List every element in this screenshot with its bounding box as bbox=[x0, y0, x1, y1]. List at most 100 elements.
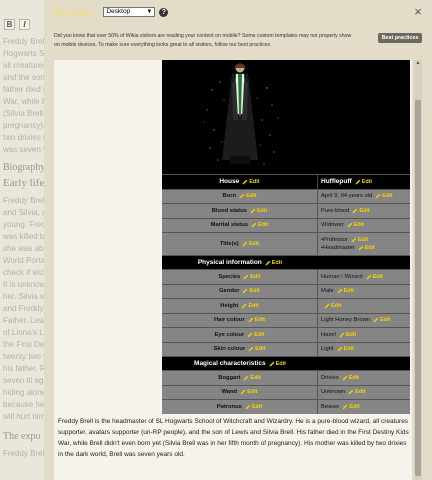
edit-link[interactable]: Edit bbox=[355, 179, 372, 185]
row-key: Blood status bbox=[211, 207, 247, 214]
edit-link[interactable]: Edit bbox=[247, 332, 265, 338]
edit-link[interactable]: Edit bbox=[269, 361, 286, 367]
character-infobox: House Edit Hufflepuff Edit Born Edit April… bbox=[162, 60, 410, 414]
pencil-icon bbox=[337, 346, 343, 352]
row-value: Unknown bbox=[321, 389, 346, 396]
close-icon[interactable]: × bbox=[412, 5, 424, 18]
edit-link[interactable]: Edit bbox=[352, 208, 370, 214]
edit-link[interactable]: Edit bbox=[245, 404, 262, 410]
row-value: Light Honey Brown bbox=[321, 317, 370, 324]
bold-button[interactable]: B bbox=[4, 18, 15, 30]
edit-link[interactable]: Edit bbox=[241, 303, 259, 309]
edit-link[interactable]: Edit bbox=[265, 260, 282, 266]
edit-label: Edit bbox=[343, 288, 354, 295]
edit-link[interactable]: Edit bbox=[240, 389, 257, 395]
best-practices-button[interactable]: Best practices bbox=[378, 33, 422, 43]
pencil-icon bbox=[366, 274, 372, 280]
scrollbar-thumb[interactable] bbox=[415, 100, 421, 476]
edit-link[interactable]: Edit bbox=[337, 288, 354, 294]
edit-link[interactable]: Edit bbox=[243, 375, 261, 381]
infobox-physical-rows: Species Edit Human \ Wizard Edit Gender Edit M… bbox=[162, 269, 410, 356]
house-label-cell: House Edit bbox=[162, 175, 318, 189]
infobox-row: Marital status Edit Widower Edit bbox=[162, 217, 410, 232]
modal-header: Preview Desktop ▼ ? × bbox=[44, 0, 432, 24]
row-key-cell: Boggart Edit bbox=[162, 371, 318, 385]
pencil-icon bbox=[250, 208, 256, 214]
pencil-icon bbox=[375, 193, 381, 199]
edit-link[interactable]: Edit bbox=[339, 332, 356, 338]
edit-link[interactable]: Edit bbox=[242, 178, 260, 185]
row-key-cell: Eye colour Edit bbox=[162, 328, 318, 342]
edit-link[interactable]: Edit bbox=[250, 208, 267, 214]
edit-link[interactable]: Edit bbox=[242, 288, 260, 294]
row-key: Skin colour bbox=[213, 346, 246, 353]
edit-link[interactable]: Edit bbox=[242, 241, 259, 247]
pencil-icon bbox=[242, 179, 248, 185]
row-value-cell: April 9, 94 years old Edit bbox=[318, 189, 410, 203]
row-key-cell: Height Edit bbox=[162, 299, 318, 313]
row-key: Born bbox=[222, 193, 237, 200]
edit-label: Edit bbox=[275, 360, 286, 367]
row-value-cell: •Professor Edit •Headmaster Edit bbox=[318, 233, 410, 255]
row-value: Human \ Wizard bbox=[321, 273, 363, 280]
row-key-cell: Patronus Edit bbox=[162, 400, 318, 414]
edit-link[interactable]: Edit bbox=[342, 404, 360, 410]
edit-link[interactable]: Edit bbox=[324, 303, 341, 309]
row-key: Hair colour bbox=[214, 317, 245, 324]
edit-label: Edit bbox=[249, 178, 260, 185]
edit-label: Edit bbox=[345, 331, 357, 338]
edit-link[interactable]: Edit bbox=[248, 346, 265, 352]
row-key-cell: Wand Edit bbox=[162, 385, 318, 399]
edit-link[interactable]: Edit bbox=[251, 222, 268, 228]
edit-label: Edit bbox=[248, 241, 260, 247]
row-value-cell: Unknown Edit bbox=[318, 385, 410, 399]
pencil-icon bbox=[265, 260, 271, 266]
pencil-icon bbox=[373, 317, 379, 323]
row-value-cell: Beaver Edit bbox=[318, 400, 410, 414]
help-icon[interactable]: ? bbox=[159, 7, 169, 17]
pencil-icon bbox=[241, 303, 247, 309]
row-value-cell: Human \ Wizard Edit bbox=[318, 270, 410, 284]
edit-link[interactable]: Edit bbox=[373, 317, 390, 323]
edit-link[interactable]: Edit bbox=[351, 237, 368, 243]
pencil-icon bbox=[347, 222, 353, 228]
infobox-row-titles: Title(s) Edit •Professor Edit •Headmaster… bbox=[162, 232, 410, 255]
edit-link[interactable]: Edit bbox=[347, 222, 364, 228]
infobox-row: Gender Edit Male Edit bbox=[162, 283, 410, 298]
modal-title: Preview bbox=[54, 4, 94, 19]
edit-link[interactable]: Edit bbox=[248, 317, 265, 323]
section-magical: Magical characteristics Edit bbox=[162, 356, 410, 370]
edit-link[interactable]: Edit bbox=[342, 375, 359, 381]
section-physical: Physical information Edit bbox=[162, 255, 410, 269]
italic-button[interactable]: I bbox=[19, 18, 30, 30]
view-mode-select[interactable]: Desktop ▼ bbox=[103, 7, 156, 17]
row-value-cell: Drixies Edit bbox=[318, 371, 410, 385]
edit-link[interactable]: Edit bbox=[375, 193, 393, 199]
character-image bbox=[162, 60, 318, 174]
row-value: Drixies bbox=[321, 374, 339, 381]
notice-text: Did you know that over 50% of Wikia visi… bbox=[54, 33, 352, 48]
edit-link[interactable]: Edit bbox=[358, 245, 375, 251]
infobox-row: Blood status Edit Pure-blood Edit bbox=[162, 203, 410, 218]
content-scrollbar[interactable]: ▲ bbox=[414, 60, 422, 480]
infobox-row: Wand Edit Unknown Edit bbox=[162, 384, 410, 399]
edit-link[interactable]: Edit bbox=[243, 274, 261, 280]
infobox-row: Skin colour Edit Light Edit bbox=[162, 341, 410, 356]
pencil-icon bbox=[248, 317, 254, 323]
row-value-cell: Light Honey Brown Edit bbox=[318, 313, 410, 327]
edit-label: Edit bbox=[271, 259, 283, 266]
section-title-cell: Magical characteristics Edit bbox=[162, 357, 318, 370]
edit-link[interactable]: Edit bbox=[348, 389, 366, 395]
row-key: Eye colour bbox=[214, 331, 245, 338]
pencil-icon bbox=[339, 332, 345, 338]
edit-link[interactable]: Edit bbox=[239, 193, 256, 199]
edit-link[interactable]: Edit bbox=[337, 346, 354, 352]
row-value: Light bbox=[321, 346, 334, 353]
edit-label: Edit bbox=[348, 374, 360, 381]
row-key: Marital status bbox=[210, 222, 248, 229]
row-key-cell: Title(s) Edit bbox=[162, 233, 318, 255]
scroll-up-arrow-icon[interactable]: ▲ bbox=[414, 60, 422, 68]
edit-label: Edit bbox=[256, 207, 268, 214]
row-value-cell: Light Edit bbox=[318, 342, 410, 356]
edit-link[interactable]: Edit bbox=[366, 274, 383, 280]
